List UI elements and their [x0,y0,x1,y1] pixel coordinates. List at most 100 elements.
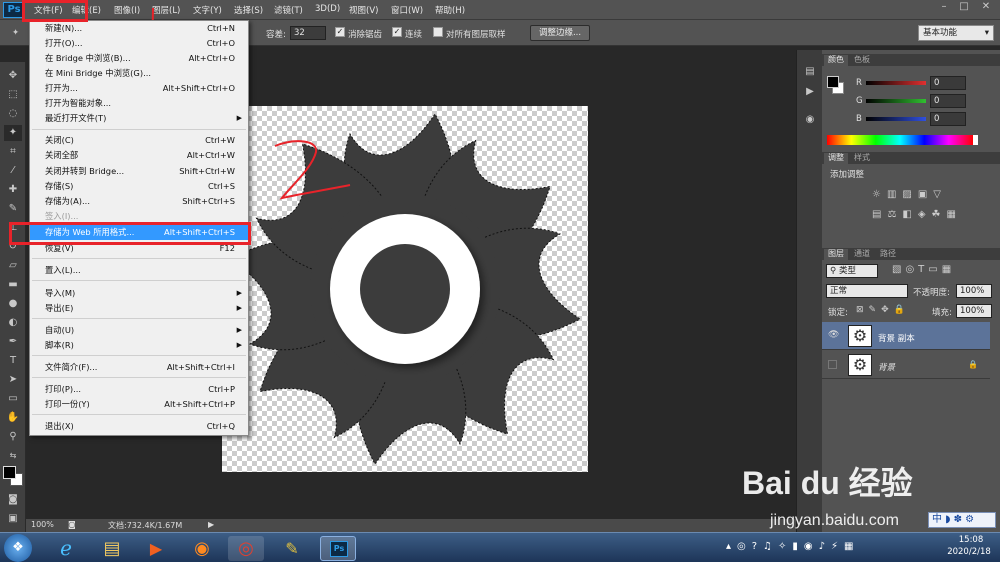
clock-time[interactable]: 15:08 [946,535,996,545]
adjust-panel-tabs: 调整 样式 [822,152,1000,164]
zoom-level[interactable]: 100% [31,520,54,529]
fill-input[interactable]: 100% [956,304,992,318]
ie-icon[interactable]: ℯ [48,536,84,561]
visibility-box-icon[interactable] [828,360,837,369]
menu-item-revert[interactable]: 恢复(V) F12 [30,241,248,256]
paint-icon[interactable]: ✎ [274,536,310,561]
search-icon: ⚲ [830,266,839,276]
tab-adjustments[interactable]: 调整 [824,153,848,164]
menu-item-browse-mini-bridge[interactable]: 在 Mini Bridge 中浏览(G)... [30,66,248,81]
menu-item-new[interactable]: 新建(N)... Ctrl+N [30,21,248,36]
layer-name[interactable]: 背景 [878,361,895,373]
submenu-arrow-icon: ▶ [236,341,242,349]
tray-icons[interactable]: ▴◎?♫✧▮◉♪⚡▦ [726,541,859,552]
annotation-number-stroke [274,140,351,200]
lock-label: 锁定: [828,308,848,318]
menu-item-automate[interactable]: 自动(U) ▶ [30,323,248,338]
tab-paths[interactable]: 路径 [876,249,900,260]
menu-item-file-info[interactable]: 文件简介(F)... Alt+Shift+Ctrl+I [30,360,248,375]
layer-row[interactable]: ⚙ 背景 🔒 [822,351,990,379]
menu-item-scripts[interactable]: 脚本(R) ▶ [30,338,248,353]
menu-separator [32,377,246,378]
opacity-input[interactable]: 100% [956,284,992,298]
menu-separator [32,355,246,356]
menu-item-open-as[interactable]: 打开为... Alt+Shift+Ctrl+O [30,81,248,96]
g-value[interactable]: 0 [930,94,966,108]
tab-layers[interactable]: 图层 [824,249,848,260]
layer-thumbnail: ⚙ [848,354,872,376]
tab-channels[interactable]: 通道 [850,249,874,260]
tab-styles[interactable]: 样式 [850,153,874,164]
g-label: G [856,96,863,106]
menu-item-export[interactable]: 导出(E) ▶ [30,301,248,316]
firefox-icon[interactable]: ◉ [184,536,220,561]
color-spectrum-bar[interactable] [827,135,973,145]
adjustment-icons[interactable]: ☼▥▨▣▽ ▤⚖◧◈☘▦ [872,185,972,225]
layers-panel-tabs: 图层 通道 路径 [822,248,1000,260]
media-player-icon[interactable]: ▶ [138,536,174,561]
menu-item-open[interactable]: 打开(O)... Ctrl+O [30,36,248,51]
lock-icon: 🔒 [968,360,978,369]
tab-swatches[interactable]: 色板 [850,55,874,66]
menu-item-check-in: 签入(I)... [45,211,79,221]
start-button[interactable]: ❖ [4,534,32,562]
submenu-arrow-icon: ▶ [236,114,242,122]
g-slider[interactable] [866,99,926,103]
color-fg-swatch[interactable] [827,76,839,88]
layer-filter-icons[interactable]: ▧◎T▭▦ [892,264,992,275]
blend-mode-label: 正常 [830,286,848,296]
menu-separator [32,414,246,415]
b-slider[interactable] [866,117,926,121]
menu-item-recent[interactable]: 最近打开文件(T) ▶ [30,111,248,126]
submenu-arrow-icon: ▶ [236,289,242,297]
menu-item-close-goto-bridge[interactable]: 关闭并转到 Bridge... Shift+Ctrl+W [30,164,248,179]
menu-item-place[interactable]: 置入(L)... [30,263,248,278]
status-arrow-icon[interactable]: ▶ [208,520,214,529]
doc-size: 文档:732.4K/1.67M [108,521,183,530]
ime-icons[interactable]: ◗ ✽ ⚙ [942,514,974,525]
tab-color[interactable]: 颜色 [824,55,848,66]
menu-item-browse-bridge[interactable]: 在 Bridge 中浏览(B)... Alt+Ctrl+O [30,51,248,66]
menu-item-save[interactable]: 存储(S) Ctrl+S [30,179,248,194]
visibility-eye-icon[interactable]: 👁 [828,330,839,340]
menu-item-close[interactable]: 关闭(C) Ctrl+W [30,133,248,148]
menu-item-open-smart-object[interactable]: 打开为智能对象... [30,96,248,111]
history-panel-icon[interactable]: ▤ [801,64,819,80]
menu-item-save-for-web[interactable]: 存储为 Web 所用格式... Alt+Shift+Ctrl+S [30,225,248,240]
explorer-icon[interactable]: ▤ [94,536,130,561]
menu-separator [32,280,246,281]
menu-item-close-all[interactable]: 关闭全部 Alt+Ctrl+W [30,148,248,163]
menu-item-print-one[interactable]: 打印一份(Y) Alt+Shift+Ctrl+P [30,397,248,412]
ime-toolbar[interactable]: 中 ◗ ✽ ⚙ [928,512,996,528]
layer-kind-filter[interactable]: ⚲ 类型 [826,264,878,278]
menu-item-import[interactable]: 导入(M) ▶ [30,286,248,301]
actions-panel-icon[interactable]: ▶ [801,84,819,100]
spectrum-white[interactable] [973,135,978,145]
status-bar: 100% ◙ 文档:732.4K/1.67M ▶ [26,519,796,532]
menu-item-exit[interactable]: 退出(X) Ctrl+Q [30,419,248,434]
add-adjustment-title: 添加调整 [830,170,865,180]
ime-mode[interactable]: 中 [932,514,942,525]
menu-separator [32,129,246,130]
b-value[interactable]: 0 [930,112,966,126]
r-value[interactable]: 0 [930,76,966,90]
menu-separator [32,318,246,319]
r-slider[interactable] [866,81,926,85]
layer-name[interactable]: 背景 副本 [878,332,915,344]
blend-mode-select[interactable]: 正常 [826,284,908,298]
layer-kind-label: 类型 [838,266,856,276]
submenu-arrow-icon: ▶ [236,304,242,312]
r-label: R [856,78,862,88]
properties-panel-icon[interactable]: ◉ [801,112,819,128]
menu-item-print[interactable]: 打印(P)... Ctrl+P [30,382,248,397]
info-icon[interactable]: ◙ [68,520,76,529]
clock-date[interactable]: 2020/2/18 [940,547,998,557]
chrome-icon[interactable]: ◎ [228,536,264,561]
photoshop-taskbar-button[interactable]: Ps [320,536,356,561]
menu-separator [32,258,246,259]
b-label: B [856,114,862,124]
layer-row[interactable]: 👁 ⚙ 背景 副本 [822,322,990,350]
lock-icons[interactable]: ⊠✎✥🔒 [856,305,910,315]
menu-item-save-as[interactable]: 存储为(A)... Shift+Ctrl+S [30,194,248,209]
opacity-label: 不透明度: [913,288,950,298]
